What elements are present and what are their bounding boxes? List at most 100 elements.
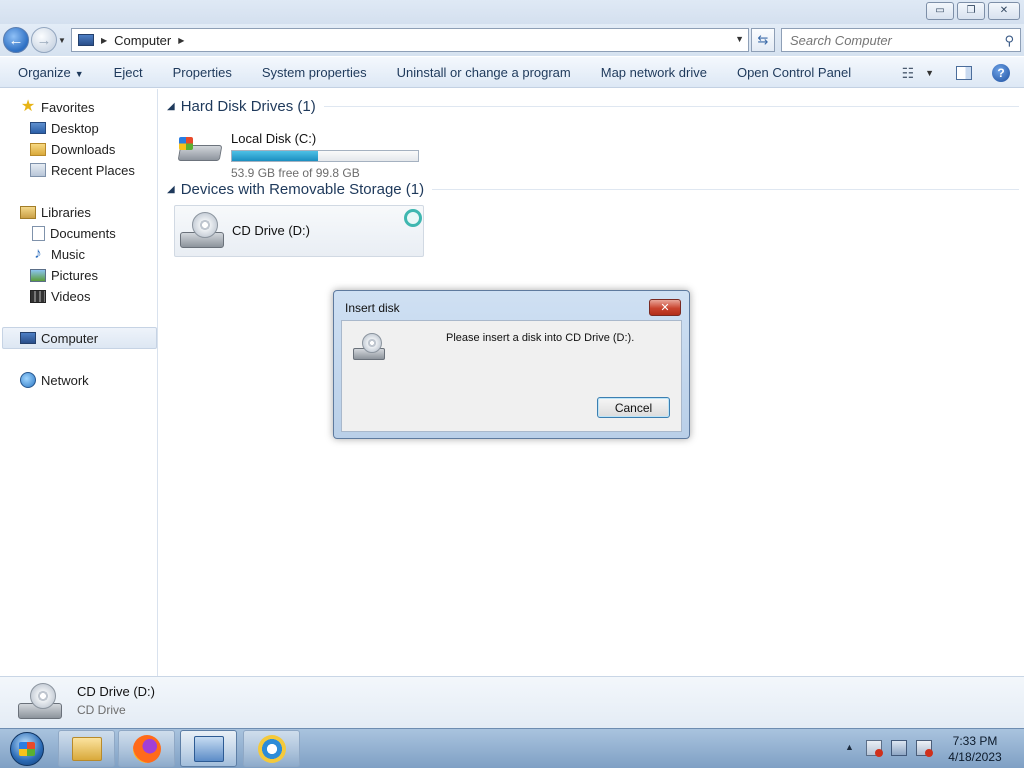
pictures-icon [30, 268, 46, 282]
nav-item-music[interactable]: ♪ Music [30, 244, 85, 264]
nav-label: Desktop [51, 120, 99, 136]
properties-button[interactable]: Properties [158, 65, 247, 80]
address-bar[interactable]: ▶ Computer ▶ ▼ [71, 28, 749, 52]
search-icon[interactable]: ⚲ [1004, 33, 1014, 49]
dialog-message: Please insert a disk into CD Drive (D:). [446, 332, 635, 344]
address-row: ← → ▼ ▶ Computer ▶ ▼ ⇆ ⚲ [0, 24, 1024, 56]
disk-usage-fill [232, 151, 318, 161]
nav-label: Videos [51, 288, 91, 304]
change-view-icon[interactable]: ☷ [895, 65, 921, 82]
close-icon: ✕ [660, 302, 670, 314]
network-status-icon[interactable] [891, 740, 907, 756]
volume-muted-icon[interactable] [916, 740, 933, 757]
forward-button[interactable]: → [31, 27, 57, 53]
organize-menu[interactable]: Organize ▼ [0, 65, 99, 80]
recent-pages-dropdown[interactable]: ▼ [58, 36, 66, 45]
back-arrow-icon: ← [8, 31, 24, 49]
back-button[interactable]: ← [3, 27, 29, 53]
close-button[interactable]: ✕ [988, 2, 1020, 20]
search-box[interactable]: ⚲ [781, 28, 1021, 52]
breadcrumb-separator-icon[interactable]: ▶ [178, 36, 184, 45]
network-globe-icon [20, 372, 36, 388]
collapse-triangle-icon[interactable]: ◢ [167, 184, 175, 195]
preview-pane-icon[interactable] [956, 66, 972, 80]
nav-item-network[interactable]: Network [20, 370, 89, 390]
nav-item-desktop[interactable]: Desktop [30, 118, 99, 138]
breadcrumb-computer[interactable]: Computer [114, 33, 171, 48]
group-header-hard-disk-drives[interactable]: ◢ Hard Disk Drives (1) [167, 98, 1019, 115]
view-options-dropdown-icon[interactable]: ▼ [925, 68, 934, 78]
drive-name: CD Drive (D:) [232, 223, 310, 238]
group-header-removable-storage[interactable]: ◢ Devices with Removable Storage (1) [167, 181, 1019, 198]
nav-label: Documents [50, 225, 116, 241]
refresh-button[interactable]: ⇆ [751, 28, 775, 52]
group-title: Hard Disk Drives (1) [180, 98, 316, 115]
nav-item-recent-places[interactable]: Recent Places [30, 160, 135, 180]
group-divider [323, 106, 1019, 107]
nav-label: Computer [41, 330, 99, 346]
system-clock[interactable]: 7:33 PM 4/18/2023 [940, 733, 1010, 765]
taskbar-app-button[interactable] [243, 730, 300, 767]
documents-icon [32, 225, 45, 241]
drive-local-disk-c[interactable]: Local Disk (C:) 53.9 GB free of 99.8 GB [177, 127, 427, 180]
nav-item-libraries[interactable]: Libraries [20, 202, 91, 222]
eject-button[interactable]: Eject [99, 65, 158, 80]
dialog-body: Please insert a disk into CD Drive (D:).… [341, 320, 682, 432]
desktop-icon [30, 122, 46, 134]
busy-spinner-icon [404, 209, 422, 227]
insert-disk-dialog: Insert disk ✕ Please insert a disk into … [333, 290, 690, 439]
nav-label: Libraries [41, 204, 91, 220]
minimize-icon: ▭ [935, 5, 945, 16]
navigation-pane: ★ Favorites Desktop Downloads Recent Plac… [0, 89, 158, 676]
uninstall-program-button[interactable]: Uninstall or change a program [382, 65, 586, 80]
search-input[interactable] [790, 32, 1000, 48]
start-button[interactable] [3, 730, 51, 768]
nav-item-downloads[interactable]: Downloads [30, 139, 115, 159]
restore-button[interactable]: ❐ [957, 2, 985, 20]
collapse-triangle-icon[interactable]: ◢ [167, 101, 175, 112]
group-title: Devices with Removable Storage (1) [180, 181, 425, 198]
nav-label: Pictures [51, 267, 98, 283]
refresh-icon: ⇆ [757, 32, 769, 47]
details-item-name: CD Drive (D:) [77, 684, 155, 699]
drive-cd-d[interactable]: CD Drive (D:) [174, 205, 424, 257]
clock-date: 4/18/2023 [948, 750, 1002, 764]
group-divider [432, 189, 1019, 190]
breadcrumb-separator-icon[interactable]: ▶ [101, 36, 107, 45]
chevron-down-icon: ▼ [74, 68, 84, 79]
nav-item-favorites[interactable]: ★ Favorites [20, 97, 95, 117]
nav-label: Recent Places [51, 162, 135, 178]
action-center-flag-icon[interactable] [866, 740, 883, 757]
organize-label: Organize [18, 64, 71, 80]
command-bar: Organize ▼ Eject Properties System proper… [0, 56, 1024, 88]
address-dropdown-icon[interactable]: ▼ [735, 34, 744, 44]
nav-label: Downloads [51, 141, 116, 157]
taskbar-explorer-button[interactable] [58, 730, 115, 767]
folder-icon [71, 736, 102, 761]
windows-logo-icon [179, 137, 193, 150]
music-note-icon: ♪ [34, 245, 42, 262]
minimize-button[interactable]: ▭ [926, 2, 954, 20]
cd-drive-icon [16, 681, 64, 725]
nav-label: Favorites [41, 99, 95, 115]
drive-name: Local Disk (C:) [231, 131, 317, 146]
close-icon: ✕ [999, 5, 1009, 16]
nav-item-computer[interactable]: Computer [2, 327, 157, 349]
nav-item-pictures[interactable]: Pictures [30, 265, 98, 285]
open-control-panel-button[interactable]: Open Control Panel [722, 65, 866, 80]
cancel-button[interactable]: Cancel [597, 397, 670, 418]
libraries-icon [20, 205, 36, 219]
taskbar-firefox-button[interactable] [118, 730, 175, 767]
taskbar-computer-window-button[interactable] [180, 730, 237, 767]
restore-icon: ❐ [966, 5, 976, 16]
globe-app-icon [257, 734, 286, 763]
help-icon[interactable]: ? [992, 64, 1010, 82]
show-hidden-icons-icon[interactable]: ▲ [845, 742, 854, 752]
cd-drive-icon [178, 210, 226, 254]
dialog-close-button[interactable]: ✕ [649, 299, 681, 316]
nav-item-videos[interactable]: Videos [30, 286, 91, 306]
nav-item-documents[interactable]: Documents [30, 223, 116, 243]
system-properties-button[interactable]: System properties [247, 65, 382, 80]
map-network-drive-button[interactable]: Map network drive [586, 65, 722, 80]
computer-icon [78, 34, 94, 46]
